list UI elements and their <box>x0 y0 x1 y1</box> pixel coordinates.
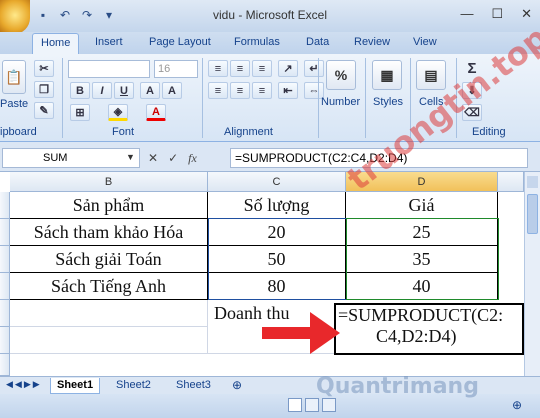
formula-bar: SUM ▼ ✕ ✓ fx =SUMPRODUCT(C2:C4,D2:D4) <box>0 142 540 172</box>
window-title: vidu - Microsoft Excel <box>212 8 328 22</box>
row-header[interactable] <box>0 300 10 327</box>
table-cell[interactable]: Sách giải Toán <box>10 246 208 273</box>
page-break-view-icon[interactable] <box>322 398 336 412</box>
window-controls: — ☐ ✕ <box>460 6 532 22</box>
font-size-box[interactable]: 16 <box>154 60 198 78</box>
align-center-icon[interactable]: ≡ <box>230 82 250 99</box>
borders-icon[interactable]: ⊞ <box>70 104 90 121</box>
editing-group-label: Editing <box>472 126 506 138</box>
row-header[interactable] <box>0 219 10 246</box>
format-painter-icon[interactable]: ✎ <box>34 102 54 119</box>
table-cell[interactable]: 40 <box>346 273 498 300</box>
separator <box>62 58 63 138</box>
column-header-c[interactable]: C <box>208 172 346 192</box>
font-color-icon[interactable]: A <box>146 104 166 121</box>
enter-icon[interactable]: ✓ <box>168 151 178 166</box>
empty-cell[interactable] <box>10 327 208 354</box>
empty-cell[interactable] <box>10 300 208 327</box>
font-name-box[interactable] <box>68 60 150 78</box>
table-header-cell[interactable]: Số lượng <box>208 192 346 219</box>
align-bottom-icon[interactable]: ≡ <box>252 60 272 77</box>
copy-icon[interactable]: ❐ <box>34 81 54 98</box>
red-arrow-icon <box>262 312 340 354</box>
insert-function-icon[interactable]: fx <box>188 151 197 166</box>
ribbon-tabs: Home Insert Page Layout Formulas Data Re… <box>0 32 540 54</box>
tab-page-layout[interactable]: Page Layout <box>149 36 211 48</box>
table-header-cell[interactable]: Giá <box>346 192 498 219</box>
fill-color-icon[interactable]: ◈ <box>108 104 128 121</box>
cut-icon[interactable]: ✂ <box>34 60 54 77</box>
page-layout-view-icon[interactable] <box>305 398 319 412</box>
shrink-font-icon[interactable]: A <box>162 82 182 99</box>
paste-icon[interactable]: 📋 <box>2 60 26 94</box>
align-right-icon[interactable]: ≡ <box>252 82 272 99</box>
tab-data[interactable]: Data <box>306 36 329 48</box>
active-cell-d6[interactable]: =SUMPRODUCT(C2: C4,D2:D4) <box>334 303 524 355</box>
separator <box>318 58 319 138</box>
table-cell[interactable]: 80 <box>208 273 346 300</box>
separator <box>202 58 203 138</box>
row-header[interactable] <box>0 354 10 376</box>
align-top-icon[interactable]: ≡ <box>208 60 228 77</box>
scroll-thumb[interactable] <box>527 194 538 234</box>
orientation-icon[interactable]: ↗ <box>278 60 298 77</box>
revenue-formula-line2: C4,D2:D4) <box>376 326 457 346</box>
table-cell[interactable]: 50 <box>208 246 346 273</box>
sheet-tab-2[interactable]: Sheet2 <box>110 378 157 394</box>
column-header-e[interactable] <box>498 172 524 192</box>
paste-label[interactable]: Paste <box>0 98 28 110</box>
align-middle-icon[interactable]: ≡ <box>230 60 250 77</box>
tab-insert[interactable]: Insert <box>95 36 123 48</box>
table-cell[interactable]: 20 <box>208 219 346 246</box>
minimize-icon[interactable]: — <box>460 6 473 22</box>
cells-icon[interactable]: ▤ <box>416 60 446 90</box>
tab-review[interactable]: Review <box>354 36 390 48</box>
zoom-in-icon[interactable]: ⊕ <box>512 398 522 412</box>
row-header[interactable] <box>0 192 10 219</box>
grow-font-icon[interactable]: A <box>140 82 160 99</box>
styles-icon[interactable]: ▦ <box>372 60 402 90</box>
font-group-label: Font <box>112 126 135 138</box>
table-cell[interactable]: 35 <box>346 246 498 273</box>
column-header-b[interactable]: B <box>10 172 208 192</box>
tab-home[interactable]: Home <box>32 33 80 54</box>
sheet-tab-3[interactable]: Sheet3 <box>170 378 217 394</box>
cancel-icon[interactable]: ✕ <box>148 151 158 166</box>
sheet-nav-icon[interactable]: ◀◀▶▶ <box>6 379 42 390</box>
underline-icon[interactable]: U <box>114 82 134 99</box>
align-left-icon[interactable]: ≡ <box>208 82 228 99</box>
table-cell[interactable]: Sách Tiếng Anh <box>10 273 208 300</box>
watermark-bottom: Quantrimang <box>316 374 479 399</box>
tab-view[interactable]: View <box>413 36 437 48</box>
bold-icon[interactable]: B <box>70 82 90 99</box>
revenue-formula-line1: =SUMPRODUCT(C2: <box>338 305 504 325</box>
clipboard-group-label: ipboard <box>0 126 37 138</box>
name-box-dropdown-icon[interactable]: ▼ <box>126 152 135 162</box>
wrap-text-icon[interactable]: ↵ <box>304 60 324 77</box>
row-header[interactable] <box>0 246 10 273</box>
maximize-icon[interactable]: ☐ <box>491 6 503 22</box>
title-bar: ▪ ↶ ↷ ▾ vidu - Microsoft Excel — ☐ ✕ <box>0 0 540 34</box>
percent-icon[interactable]: % <box>326 60 356 90</box>
view-buttons <box>288 398 336 412</box>
vertical-scrollbar[interactable] <box>524 172 540 376</box>
tab-formulas[interactable]: Formulas <box>234 36 280 48</box>
scroll-up-icon[interactable] <box>527 176 538 188</box>
table-header-cell[interactable]: Sản phẩm <box>10 192 208 219</box>
italic-icon[interactable]: I <box>92 82 112 99</box>
insert-sheet-icon[interactable]: ⊕ <box>232 378 242 392</box>
row-header[interactable] <box>0 273 10 300</box>
decrease-indent-icon[interactable]: ⇤ <box>278 82 298 99</box>
table-cell[interactable]: Sách tham khảo Hóa <box>10 219 208 246</box>
alignment-group-label: Alignment <box>224 126 273 138</box>
name-box[interactable]: SUM <box>2 148 140 168</box>
table-cell[interactable]: 25 <box>346 219 498 246</box>
row-header[interactable] <box>0 327 10 354</box>
formula-buttons: ✕ ✓ fx <box>148 151 197 166</box>
separator <box>365 58 366 138</box>
styles-label[interactable]: Styles <box>373 96 403 108</box>
sheet-tab-1[interactable]: Sheet1 <box>50 378 101 394</box>
normal-view-icon[interactable] <box>288 398 302 412</box>
number-label[interactable]: Number <box>321 96 360 108</box>
